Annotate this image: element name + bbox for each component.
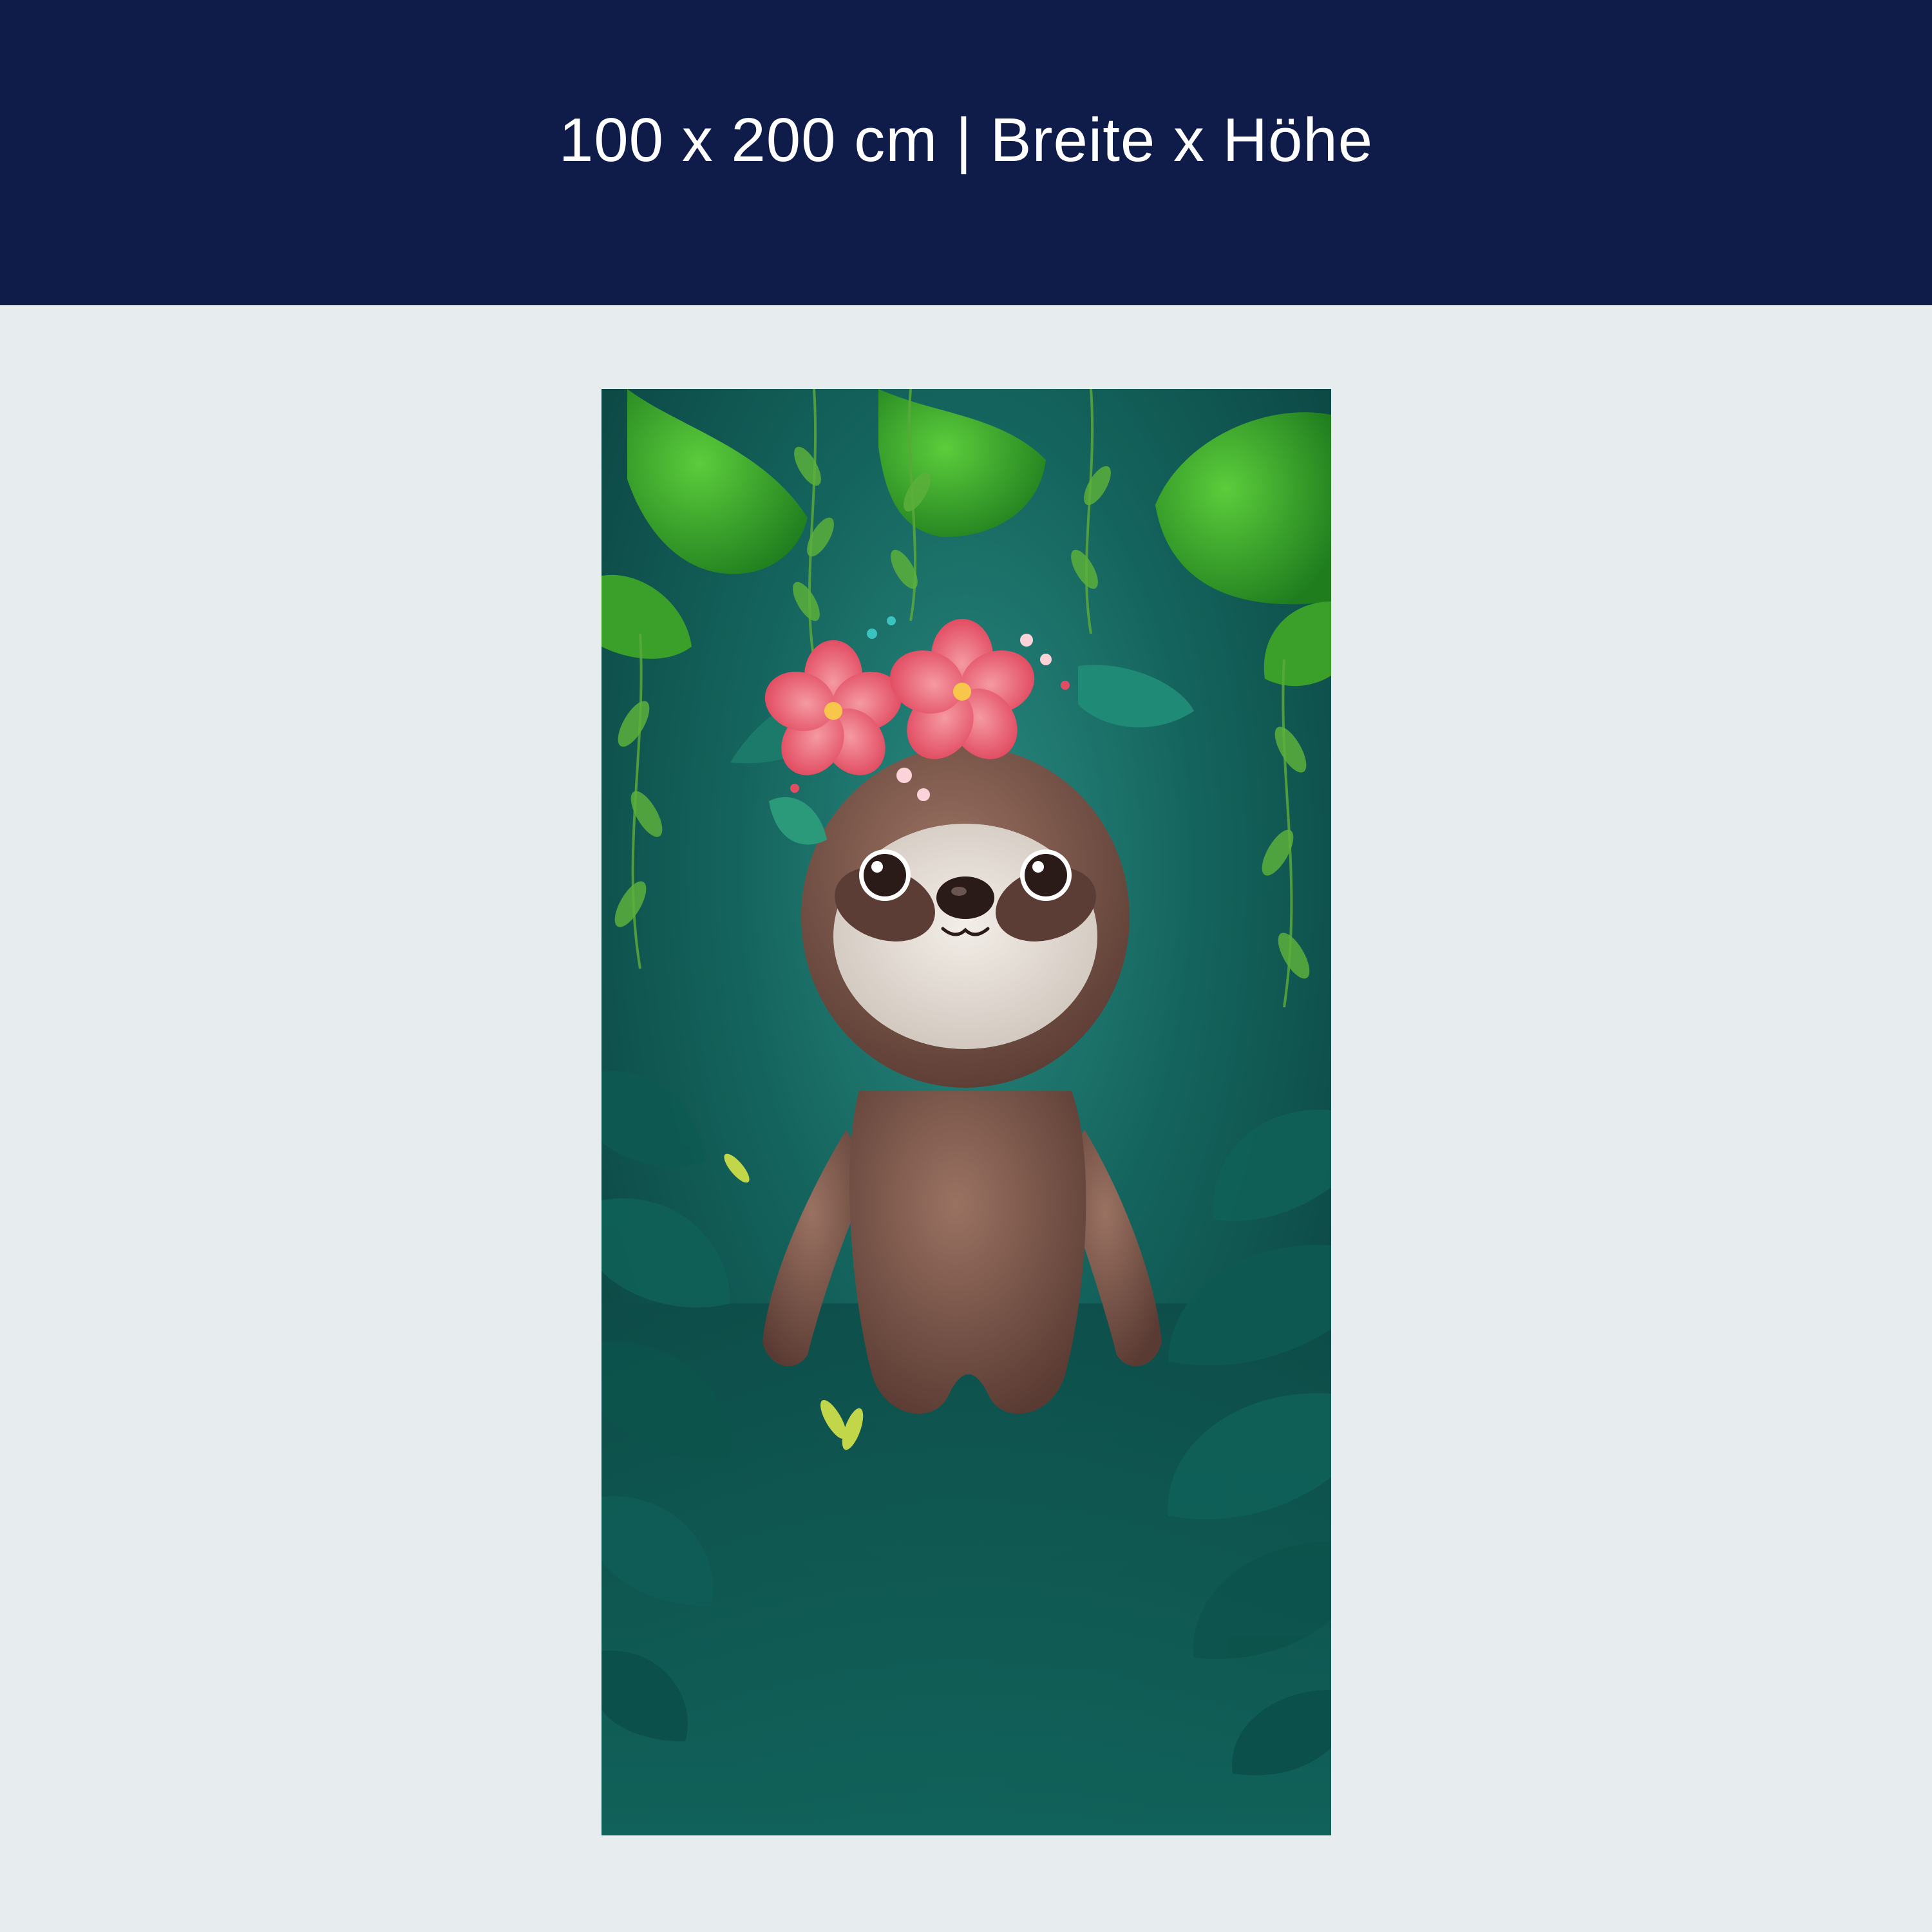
sloth-illustration <box>601 389 1331 1835</box>
dimensions-title: 100 x 200 cm | Breite x Höhe <box>558 106 1374 175</box>
header-banner: 100 x 200 cm | Breite x Höhe <box>0 0 1932 305</box>
wallpaper-preview <box>601 389 1331 1835</box>
